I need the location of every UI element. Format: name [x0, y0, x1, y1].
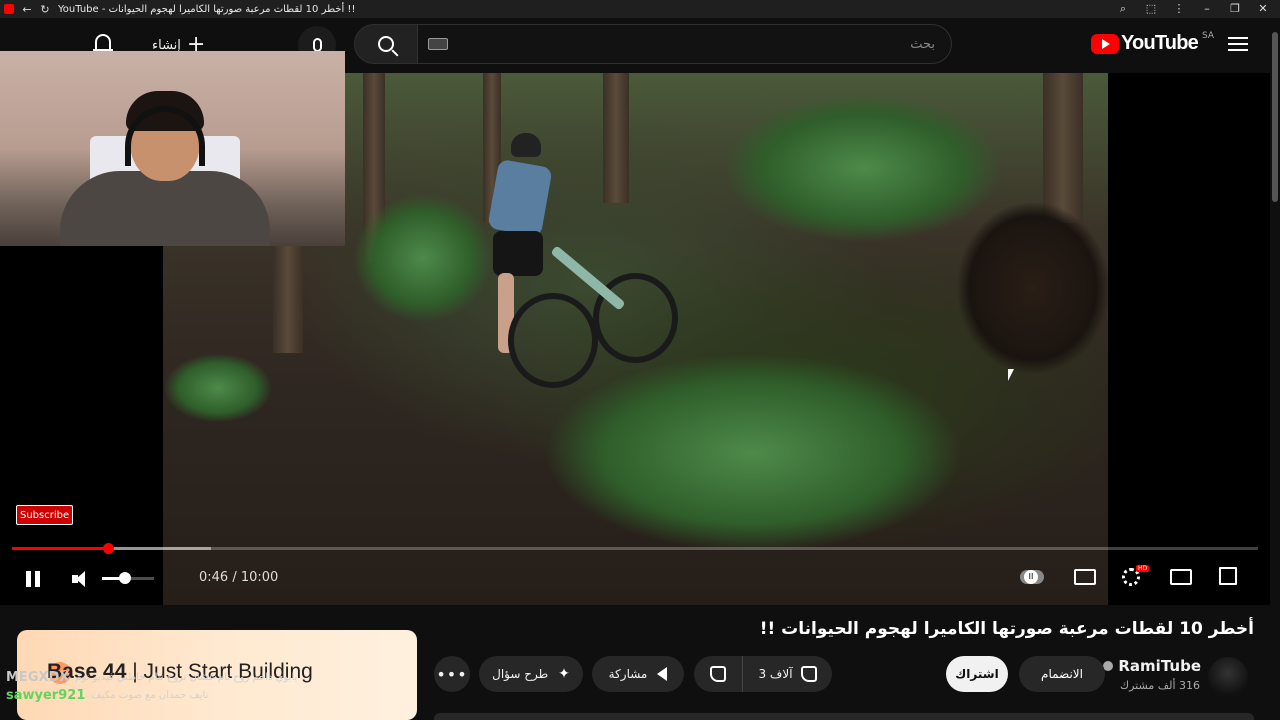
close-icon[interactable]: ✕ [1254, 2, 1272, 16]
description-panel[interactable] [434, 713, 1254, 720]
mute-button[interactable] [72, 570, 92, 588]
channel-name: RamiTube [1118, 657, 1201, 675]
chat-message: MEGXDX يابوي داحم روح نام عشان تروح تنام… [6, 669, 297, 687]
back-arrow-icon[interactable]: ← [18, 3, 36, 16]
progress-bar[interactable] [12, 543, 1258, 554]
hamburger-menu-icon[interactable] [1226, 33, 1250, 57]
thumbs-down-icon [710, 666, 726, 682]
captions-button[interactable] [1074, 567, 1100, 589]
tab-title: YouTube - أخطر 10 لقطات مرعبة صورتها الك… [58, 3, 356, 15]
stream-chat-overlay: MEGXDX يابوي داحم روح نام عشان تروح تنام… [6, 669, 297, 705]
ask-label: طرح سؤال [492, 667, 549, 681]
more-dots-icon: ••• [436, 664, 468, 684]
tree-trunk [603, 73, 629, 203]
sparkle-icon: ✦ [558, 666, 570, 682]
more-actions-button[interactable]: ••• [434, 656, 470, 692]
video-title: أخطر 10 لقطات مرعبة صورتها الكاميرا لهجو… [759, 619, 1254, 639]
miniplayer-icon [1170, 569, 1192, 585]
restore-icon[interactable]: ❐ [1226, 2, 1244, 16]
subscribe-overlay-button[interactable]: Subscribe [16, 505, 74, 525]
time-display: 0:46 / 10:00 [199, 570, 279, 585]
channel-avatar[interactable] [1208, 657, 1248, 697]
share-button[interactable]: مشاركة [592, 656, 684, 692]
subscriber-count: 316 ألف مشترك [1120, 679, 1200, 692]
scrollbar-thumb[interactable] [1272, 32, 1278, 202]
autoplay-toggle[interactable]: II [1020, 567, 1046, 589]
mouse-cursor-icon [1008, 369, 1014, 381]
share-label: مشاركة [608, 667, 648, 681]
volume-knob[interactable] [119, 572, 132, 584]
subscribe-button[interactable]: اشتراك [946, 656, 1008, 692]
pause-button[interactable] [24, 571, 42, 587]
progress-played [12, 547, 108, 550]
keyboard-icon[interactable] [428, 38, 448, 50]
minimize-icon[interactable]: – [1198, 2, 1216, 16]
logo-text: YouTube [1120, 32, 1199, 54]
fern-plant [543, 353, 963, 553]
fullscreen-button[interactable] [1219, 567, 1245, 589]
youtube-logo[interactable]: YouTube SA [1090, 30, 1214, 55]
streamer-webcam [0, 51, 345, 246]
channel-name-link[interactable]: RamiTube [1099, 657, 1201, 675]
youtube-play-icon [1090, 33, 1119, 54]
pause-toggle-icon: II [1024, 570, 1038, 584]
miniplayer-button[interactable] [1170, 567, 1196, 589]
like-dislike-group: 3 آلاف [694, 656, 832, 692]
search-box [417, 24, 952, 64]
chat-username: sawyer921 [6, 688, 86, 703]
dislike-button[interactable] [694, 656, 742, 692]
tree-stump [958, 203, 1108, 373]
search-button[interactable] [354, 24, 418, 64]
youtube-favicon-icon [4, 4, 14, 14]
chat-text: يابوي داحم روح نام عشان تروح تنام حاطني … [75, 672, 298, 683]
extensions-icon[interactable]: ⬚ [1142, 2, 1160, 16]
ask-button[interactable]: طرح سؤال ✦ [479, 656, 583, 692]
hd-badge: HD [1136, 565, 1150, 572]
browser-menu-icon[interactable]: ⋮ [1170, 2, 1188, 16]
tree-trunk [1043, 73, 1083, 223]
settings-button[interactable]: HD [1122, 565, 1150, 589]
like-button[interactable]: 3 آلاف [742, 656, 832, 692]
fullscreen-icon [1219, 567, 1237, 585]
search-icon [378, 36, 394, 52]
watch-metadata: أخطر 10 لقطات مرعبة صورتها الكاميرا لهجو… [0, 605, 1280, 720]
captions-icon [1074, 569, 1096, 585]
like-count: 3 آلاف [758, 667, 793, 681]
chat-username: MEGXDX [6, 670, 70, 685]
player-controls: 0:46 / 10:00 II HD [0, 543, 1280, 605]
search-input[interactable] [448, 36, 951, 52]
scrubber-handle[interactable] [102, 543, 114, 554]
region-code: SA [1201, 30, 1214, 41]
pause-icon [26, 571, 31, 587]
thumbs-up-icon [800, 666, 817, 682]
microphone-icon [312, 38, 322, 52]
chat-text: نايف حمدان مع صوت مكيف [91, 690, 209, 701]
moss-log [163, 353, 273, 423]
chat-message: sawyer921 نايف حمدان مع صوت مكيف [6, 687, 297, 705]
browser-titlebar: ← ↻ YouTube - أخطر 10 لقطات مرعبة صورتها… [0, 0, 1280, 18]
join-button[interactable]: الانضمام [1019, 656, 1105, 692]
tree-trunk [273, 243, 303, 353]
zoom-icon[interactable]: ⌕ [1114, 2, 1132, 16]
bike-wheel [508, 293, 598, 388]
page-scrollbar[interactable] [1270, 18, 1280, 720]
volume-slider[interactable] [102, 572, 154, 584]
share-icon [657, 667, 668, 681]
reload-icon[interactable]: ↻ [36, 3, 54, 16]
